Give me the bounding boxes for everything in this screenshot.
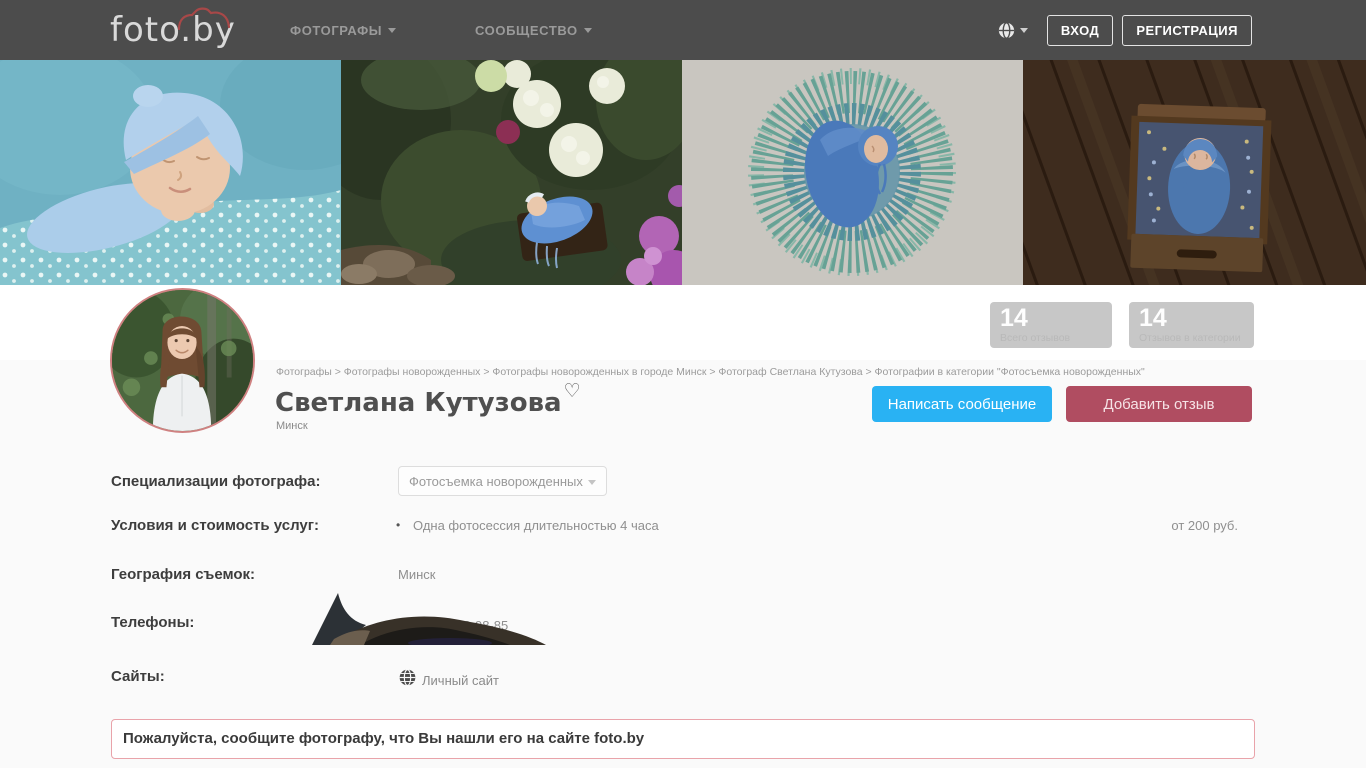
chevron-down-icon bbox=[388, 28, 396, 33]
chevron-down-icon bbox=[584, 28, 592, 33]
avatar-portrait bbox=[112, 290, 253, 431]
partial-image-artifact bbox=[300, 587, 555, 645]
hero-photo-newborn-blue-hat bbox=[0, 60, 341, 285]
send-message-button[interactable]: Написать сообщение bbox=[872, 386, 1052, 422]
condition-item: Одна фотосессия длительностью 4 часа bbox=[413, 518, 659, 533]
reviews-category-label: Отзывов в категории bbox=[1139, 332, 1244, 344]
nav-item-community-label: СООБЩЕСТВО bbox=[475, 23, 578, 38]
top-navbar: foto.by ФОТОГРАФЫ СООБЩЕСТВО ВХОД Р bbox=[0, 0, 1366, 60]
globe-icon bbox=[998, 22, 1015, 39]
hero-photo-teal-nest bbox=[682, 60, 1023, 285]
sites-label: Сайты: bbox=[111, 668, 165, 685]
login-button[interactable]: ВХОД bbox=[1047, 15, 1113, 46]
globe-icon bbox=[399, 669, 416, 686]
hero-photo-wooden-crib bbox=[1023, 60, 1366, 285]
notice-text: Пожалуйста, сообщите фотографу, что Вы н… bbox=[123, 720, 644, 758]
chevron-down-icon bbox=[1020, 28, 1028, 33]
site-logo[interactable]: foto.by bbox=[110, 6, 250, 56]
camera-outline-icon bbox=[176, 7, 232, 31]
phones-label: Телефоны: bbox=[111, 614, 194, 631]
navbar-right-group: ВХОД РЕГИСТРАЦИЯ bbox=[998, 0, 1252, 60]
specialization-select[interactable]: Фотосъемка новорожденных bbox=[398, 466, 607, 496]
hero-gallery bbox=[0, 60, 1366, 285]
reviews-category-badge: 14 Отзывов в категории bbox=[1129, 302, 1254, 348]
condition-price: от 200 руб. bbox=[1171, 518, 1238, 533]
geography-value: Минск bbox=[398, 567, 435, 582]
photographer-avatar[interactable] bbox=[110, 288, 255, 433]
personal-site-link[interactable]: Личный сайт bbox=[422, 673, 499, 688]
reviews-total-label: Всего отзывов bbox=[1000, 332, 1102, 344]
conditions-label: Условия и стоимость услуг: bbox=[111, 517, 319, 534]
reviews-total-badge: 14 Всего отзывов bbox=[990, 302, 1112, 348]
page-title: Светлана Кутузова♡ bbox=[275, 380, 581, 418]
reviews-category-count: 14 bbox=[1139, 305, 1244, 332]
specializations-label: Специализации фотографа: bbox=[111, 473, 320, 490]
notice-box: Пожалуйста, сообщите фотографу, что Вы н… bbox=[111, 719, 1255, 759]
reviews-total-count: 14 bbox=[1000, 305, 1102, 332]
geography-label: География съемок: bbox=[111, 566, 255, 583]
photographer-city: Минск bbox=[276, 420, 308, 432]
specialization-selected-value: Фотосъемка новорожденных bbox=[409, 474, 583, 489]
add-review-button[interactable]: Добавить отзыв bbox=[1066, 386, 1252, 422]
favorite-heart-icon[interactable]: ♡ bbox=[564, 380, 581, 402]
photographer-profile-page: foto.by ФОТОГРАФЫ СООБЩЕСТВО ВХОД Р bbox=[0, 0, 1366, 768]
hero-photo-garden-basket bbox=[341, 60, 682, 285]
nav-item-photographers-label: ФОТОГРАФЫ bbox=[290, 23, 382, 38]
register-button[interactable]: РЕГИСТРАЦИЯ bbox=[1122, 15, 1252, 46]
photographer-name: Светлана Кутузова bbox=[275, 388, 562, 418]
breadcrumb[interactable]: Фотографы > Фотографы новорожденных > Фо… bbox=[276, 366, 1176, 378]
nav-item-photographers[interactable]: ФОТОГРАФЫ bbox=[290, 0, 396, 60]
language-dropdown[interactable] bbox=[998, 22, 1028, 39]
nav-item-community[interactable]: СООБЩЕСТВО bbox=[475, 0, 592, 60]
bullet-icon: • bbox=[396, 518, 400, 532]
chevron-down-icon bbox=[588, 480, 596, 485]
